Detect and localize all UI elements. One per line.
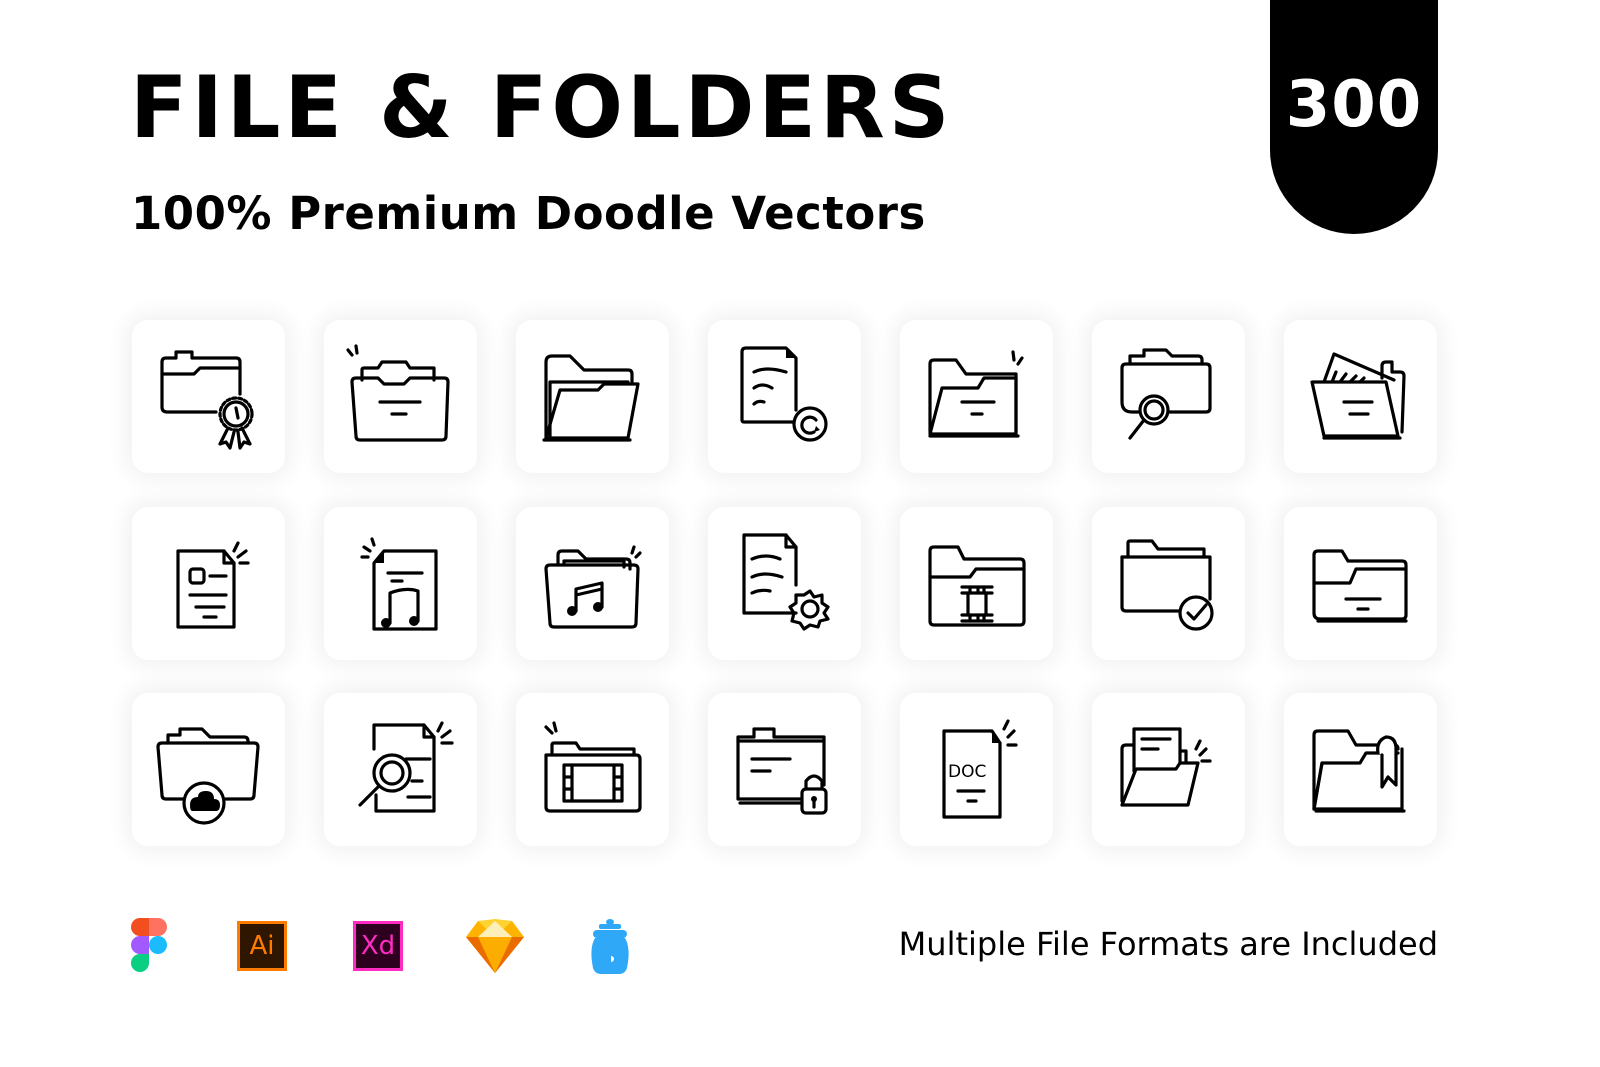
doc-label: DOC (948, 762, 986, 782)
folder-certificate-icon (159, 349, 254, 450)
count-badge: 300 (1270, 0, 1438, 234)
page-subtitle: 100% Premium Doodle Vectors (131, 187, 926, 240)
icon-card-document-refresh[interactable] (708, 320, 861, 473)
folder-check-icon (1119, 538, 1214, 631)
document-refresh-icon (739, 345, 828, 442)
folder-video-icon (543, 720, 642, 813)
icon-card-document-doc[interactable]: DOC (900, 693, 1053, 846)
folder-documents-icon (1119, 726, 1212, 807)
icon-card-folder-video[interactable] (516, 693, 669, 846)
icon-card-folder-open-new[interactable] (900, 320, 1053, 473)
folder-open-new-icon (927, 349, 1024, 438)
folder-lock-icon (735, 726, 828, 815)
document-new-icon (175, 540, 250, 629)
folder-icon (1311, 548, 1408, 623)
document-doc-icon: DOC (941, 718, 1018, 819)
xd-icon: Xd (353, 918, 403, 974)
icon-card-folder-bookmark[interactable] (1284, 693, 1437, 846)
folder-bookmark-icon (1311, 728, 1406, 813)
icon-card-folder-open[interactable] (516, 320, 669, 473)
icon-card-folder-certificate[interactable] (132, 320, 285, 473)
document-settings-icon (741, 532, 830, 631)
folder-film-icon (927, 544, 1026, 627)
folder-cloud-icon (155, 726, 260, 825)
icon-card-folder-cloud[interactable] (132, 693, 285, 846)
icon-card-folder-music[interactable] (516, 507, 669, 660)
illustrator-icon: Ai (237, 918, 287, 974)
sketch-icon (466, 918, 524, 974)
page-title: FILE & FOLDERS (130, 58, 954, 158)
figma-icon (131, 918, 167, 974)
xd-label: Xd (353, 921, 403, 971)
icon-card-folder-documents[interactable] (1092, 693, 1245, 846)
icon-card-folder[interactable] (1284, 507, 1437, 660)
icon-card-folder-open-documents[interactable] (1284, 320, 1437, 473)
icon-card-folder-film[interactable] (900, 507, 1053, 660)
document-search-icon (357, 720, 454, 813)
document-music-icon (359, 536, 438, 631)
iconjar-icon (589, 918, 631, 974)
icon-card-folder-check[interactable] (1092, 507, 1245, 660)
folder-open-files-icon (345, 343, 450, 442)
illustrator-label: Ai (237, 921, 287, 971)
icon-card-document-new[interactable] (132, 507, 285, 660)
icon-card-document-music[interactable] (324, 507, 477, 660)
icon-card-folder-open-files[interactable] (324, 320, 477, 473)
icon-card-document-search[interactable] (324, 693, 477, 846)
icon-grid: DOC (132, 320, 1438, 847)
icon-card-folder-search[interactable] (1092, 320, 1245, 473)
count-badge-value: 300 (1285, 68, 1423, 142)
folder-music-icon (543, 544, 642, 629)
folder-search-icon (1119, 347, 1212, 440)
icon-card-folder-lock[interactable] (708, 693, 861, 846)
icon-card-document-settings[interactable] (708, 507, 861, 660)
formats-tagline: Multiple File Formats are Included (898, 925, 1438, 963)
folder-open-documents-icon (1309, 351, 1406, 440)
folder-open-icon (541, 353, 640, 442)
